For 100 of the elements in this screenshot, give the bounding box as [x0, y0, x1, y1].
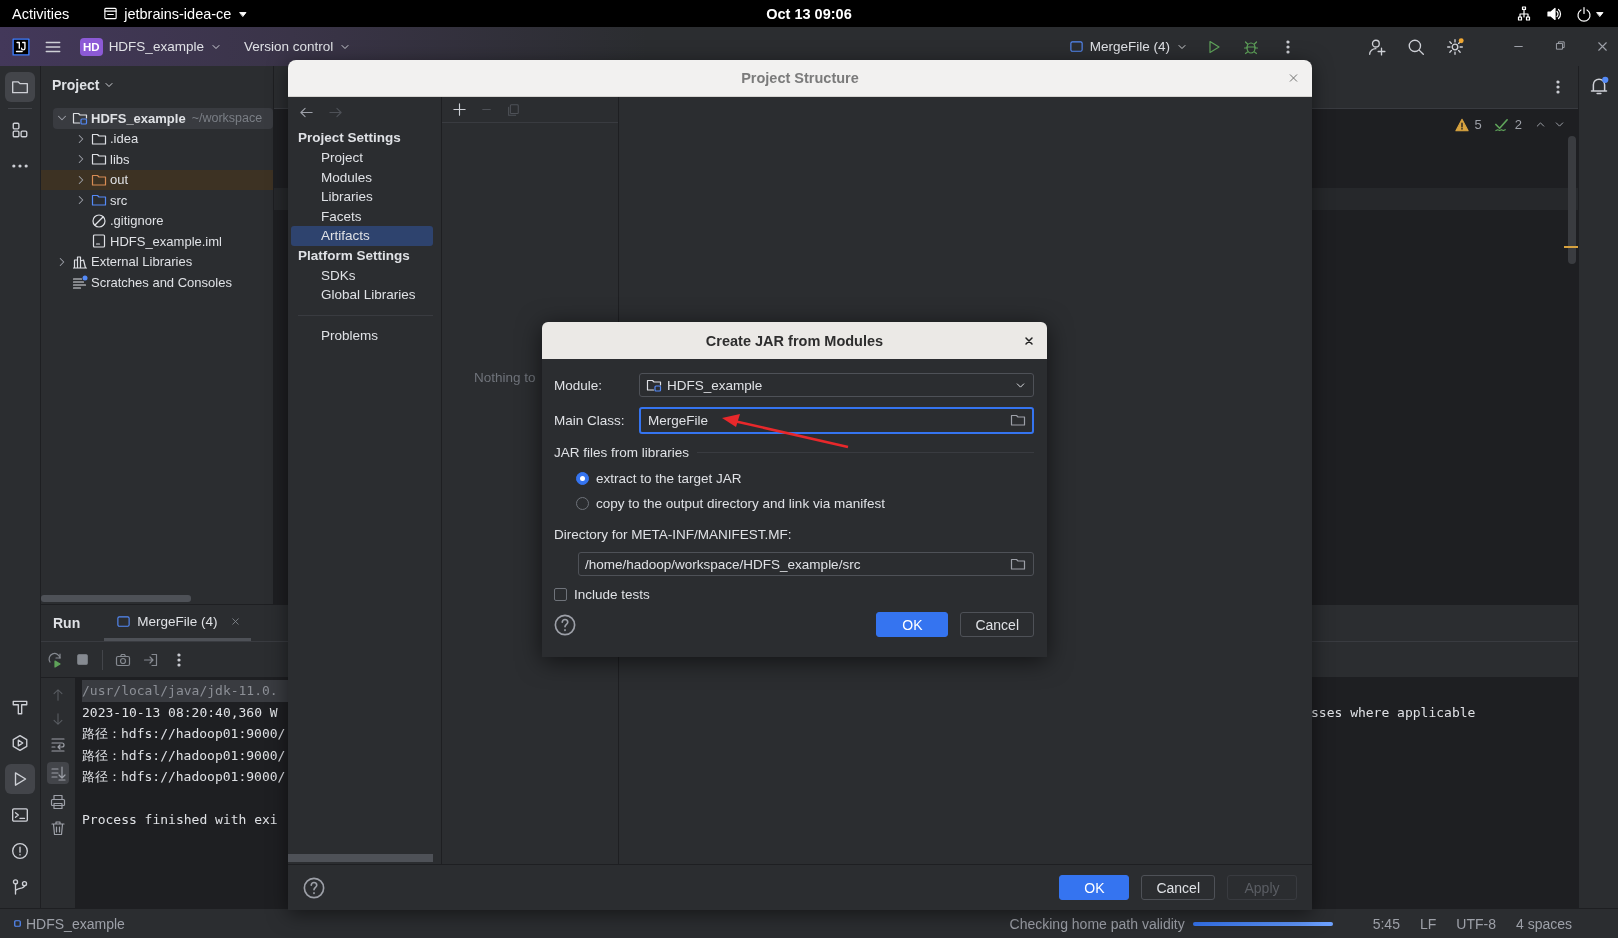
- tree-item[interactable]: src: [41, 190, 273, 211]
- weak-warning-count: 2: [1514, 117, 1522, 132]
- tree-item[interactable]: .gitignore: [41, 210, 273, 231]
- soft-wrap-icon[interactable]: [50, 736, 66, 752]
- nav-item[interactable]: Libraries: [291, 187, 433, 207]
- file-icon: [91, 233, 107, 250]
- hammer-icon: [11, 698, 29, 716]
- field-label: Directory for META-INF/MANIFEST.MF:: [554, 527, 793, 544]
- nav-item[interactable]: Global Libraries: [291, 285, 433, 305]
- run-config-selector[interactable]: MergeFile (4): [1064, 35, 1192, 58]
- warning-icon: [1454, 117, 1469, 132]
- project-breadcrumb[interactable]: HDFS_example: [12, 915, 125, 932]
- nav-item[interactable]: Project: [291, 148, 433, 168]
- radio-label[interactable]: copy to the output directory and link via manifest: [596, 496, 885, 511]
- scrollbar[interactable]: [1568, 136, 1576, 264]
- tree-item[interactable]: out: [41, 169, 273, 190]
- folder-icon: [11, 78, 29, 96]
- manifest-directory-field[interactable]: /home/hadoop/workspace/HDFS_example/src: [578, 552, 1034, 576]
- console-line: sses where applicable: [1311, 703, 1477, 722]
- app-logo-icon[interactable]: [12, 37, 30, 56]
- services-icon: [11, 734, 29, 752]
- run-tab[interactable]: MergeFile (4): [104, 605, 251, 641]
- add-icon[interactable]: [452, 102, 467, 117]
- run-config-icon: [116, 614, 132, 629]
- trash-icon[interactable]: [50, 820, 66, 836]
- ok-button[interactable]: OK: [876, 612, 949, 637]
- nav-item[interactable]: SDKs: [291, 265, 433, 285]
- module-dropdown[interactable]: HDFS_example: [639, 373, 1034, 397]
- background-task-label[interactable]: Checking home path validity: [1009, 915, 1185, 932]
- indent-setting[interactable]: 4 spaces: [1515, 915, 1572, 932]
- caret-position[interactable]: 5:45: [1372, 915, 1400, 932]
- scrollbar[interactable]: [288, 854, 433, 862]
- file-encoding[interactable]: UTF-8: [1456, 915, 1496, 932]
- tree-item[interactable]: libs: [41, 149, 273, 170]
- notifications-icon[interactable]: [1588, 76, 1609, 96]
- tree-item[interactable]: External Libraries: [41, 251, 273, 272]
- section-heading: Platform Settings: [297, 246, 411, 265]
- git-branch-icon: [11, 878, 29, 896]
- clock[interactable]: Oct 13 09:06: [543, 5, 1075, 22]
- project-selector[interactable]: HD HDFS_example: [76, 33, 226, 60]
- main-class-field[interactable]: MergeFile: [639, 406, 1034, 434]
- checkbox[interactable]: [554, 587, 567, 601]
- camera-icon[interactable]: [115, 651, 131, 668]
- rerun-icon[interactable]: [47, 651, 63, 668]
- radio-button[interactable]: [576, 472, 589, 485]
- ignore-file-icon: [91, 212, 107, 229]
- app-menu[interactable]: jetbrains-idea-ce: [103, 5, 250, 22]
- close-icon[interactable]: [1023, 334, 1035, 347]
- run-icon[interactable]: [1206, 38, 1222, 55]
- module-folder-icon: [72, 110, 88, 127]
- ok-button[interactable]: OK: [1059, 875, 1130, 900]
- tool-window-button[interactable]: [5, 72, 35, 102]
- activities-button[interactable]: Activities: [12, 5, 70, 22]
- volume-icon[interactable]: [1546, 5, 1562, 22]
- console-line: Process finished with exi: [82, 811, 279, 829]
- folder-icon: [91, 192, 107, 209]
- console-line: 路径：hdfs://hadoop01:9000/: [82, 746, 287, 765]
- check-icon: [1493, 117, 1509, 132]
- tree-item[interactable]: HDFS_example.iml: [41, 231, 273, 252]
- more-icon: [12, 164, 28, 168]
- section-heading: Project Settings: [297, 129, 402, 147]
- project-panel-title[interactable]: Project: [41, 66, 273, 104]
- nav-item[interactable]: Artifacts: [291, 226, 433, 246]
- settings-icon[interactable]: [1446, 37, 1464, 56]
- checkbox-label[interactable]: Include tests: [574, 586, 650, 602]
- restore-icon[interactable]: [1554, 39, 1567, 52]
- print-icon[interactable]: [50, 794, 66, 810]
- tool-window-button[interactable]: [5, 764, 35, 794]
- cancel-button[interactable]: Cancel: [960, 612, 1034, 637]
- nav-item[interactable]: Modules: [291, 167, 433, 187]
- browse-folder-icon[interactable]: [1010, 412, 1026, 428]
- network-icon[interactable]: [1516, 5, 1532, 22]
- module-folder-icon: [646, 377, 662, 393]
- add-user-icon[interactable]: [1368, 37, 1386, 56]
- browse-folder-icon[interactable]: [1010, 556, 1026, 572]
- stop-icon[interactable]: [75, 652, 90, 667]
- nav-item[interactable]: Facets: [291, 206, 433, 226]
- field-label: Module:: [554, 377, 604, 393]
- warning-marker: [1564, 246, 1578, 248]
- search-icon[interactable]: [1407, 37, 1425, 56]
- tree-item[interactable]: HDFS_example ~/workspace: [53, 108, 273, 129]
- cancel-button[interactable]: Cancel: [1141, 875, 1215, 900]
- back-icon[interactable]: [299, 105, 314, 120]
- scroll-to-end-icon[interactable]: [50, 765, 66, 781]
- help-icon[interactable]: [554, 613, 576, 636]
- line-separator[interactable]: LF: [1419, 915, 1437, 932]
- bug-icon[interactable]: [1243, 38, 1259, 55]
- login-icon[interactable]: [143, 651, 159, 668]
- help-icon[interactable]: [303, 876, 325, 899]
- scrollbar[interactable]: [41, 595, 191, 602]
- tree-item[interactable]: .idea: [41, 128, 273, 149]
- group-heading: JAR files from libraries: [554, 445, 690, 460]
- tree-item[interactable]: Scratches and Consoles: [41, 272, 273, 293]
- radio-label[interactable]: extract to the target JAR: [596, 471, 742, 486]
- path-hint: ~/workspace: [191, 111, 263, 126]
- vcs-menu[interactable]: Version control: [239, 35, 356, 58]
- problems-icon: [11, 842, 29, 860]
- nav-item[interactable]: Problems: [291, 325, 433, 345]
- libraries-icon: [72, 253, 88, 270]
- power-icon[interactable]: [1576, 5, 1592, 22]
